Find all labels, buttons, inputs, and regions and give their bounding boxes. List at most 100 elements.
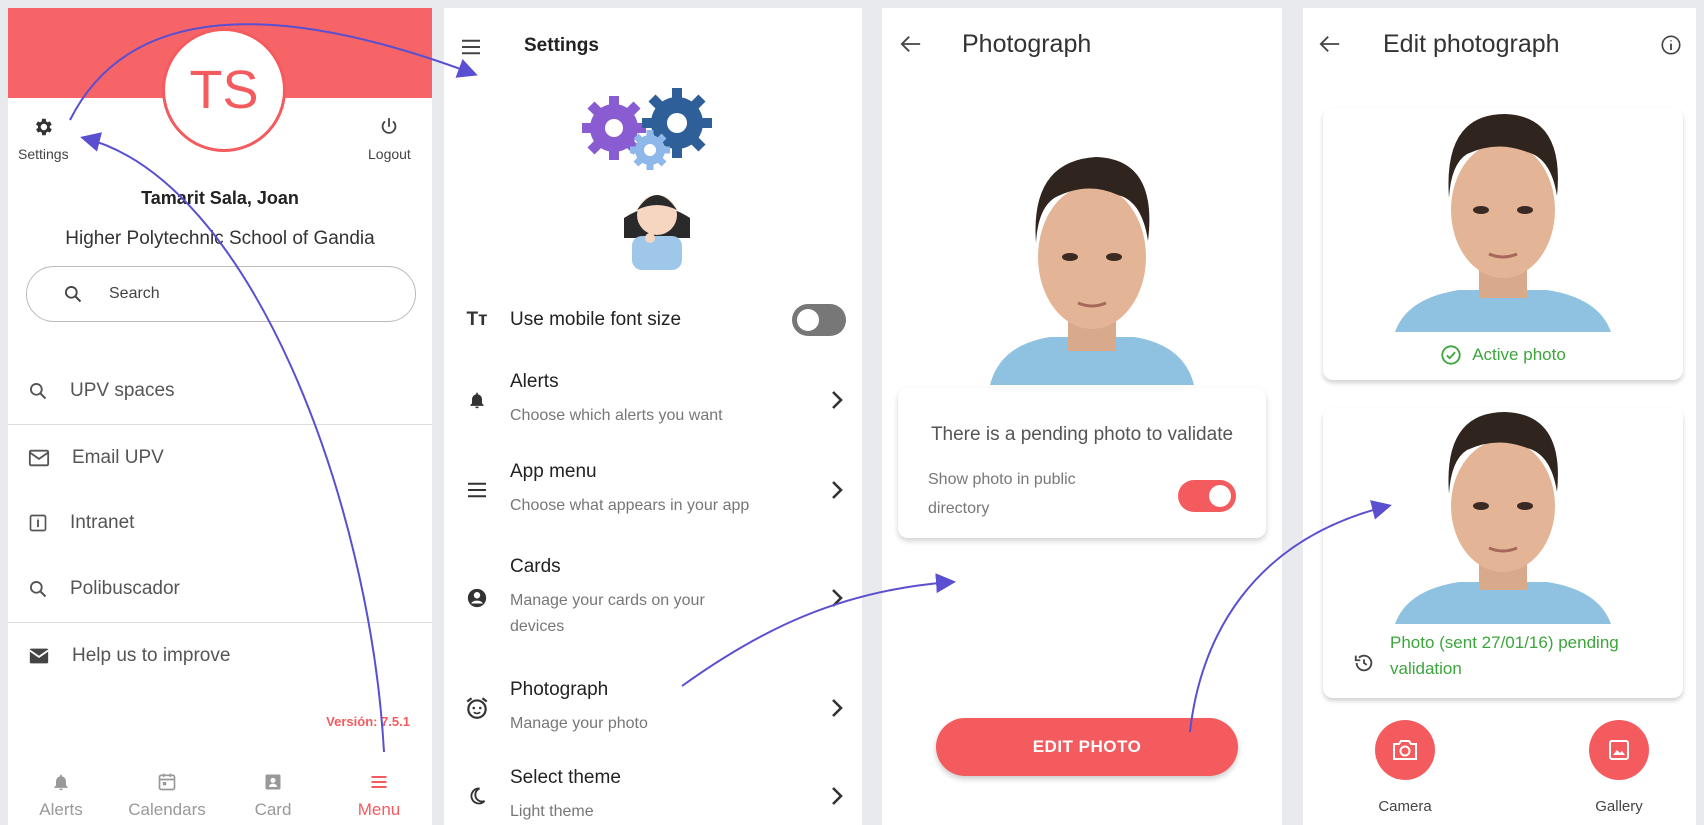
menu-item-upv-spaces[interactable]: UPV spaces [8,358,432,424]
camera-button[interactable] [1375,720,1435,780]
tab-card[interactable]: Card [220,766,326,825]
search-icon [30,581,47,598]
setting-subtitle: Manage your photo [510,715,648,733]
pending-photo-status: Photo (sent 27/01/16) pending validation [1390,633,1619,678]
alarm-face-icon [466,697,488,719]
setting-photograph[interactable]: Photograph Manage your photo [444,668,862,748]
menu-item-label: UPV spaces [70,380,175,401]
setting-cards[interactable]: Cards Manage your cards on your devices [444,548,862,648]
menu-item-intranet[interactable]: Intranet [8,490,432,556]
setting-title: App menu [510,461,597,483]
menu-item-label: Email UPV [72,446,164,468]
chevron-right-icon [832,787,843,805]
bell-icon [54,774,68,791]
menu-item-label: Polibuscador [70,578,180,599]
intranet-icon [29,514,47,532]
page-title: Settings [524,35,599,56]
active-photo-label: Active photo [1472,345,1566,364]
menu-icon[interactable] [460,38,482,56]
setting-font-size[interactable]: Tт Use mobile font size [444,290,862,350]
setting-subtitle: Choose which alerts you want [510,407,723,425]
chevron-right-icon [832,391,843,409]
pending-message: There is a pending photo to validate [930,424,1234,445]
settings-screen: Settings Tт Use mobile font size Alerts C… [444,8,862,825]
gallery-label: Gallery [1595,798,1643,815]
search-icon [30,383,47,400]
gear-icon [36,118,53,136]
setting-title: Photograph [510,679,609,701]
menu-icon [468,482,486,498]
user-name: Tamarit Sala, Joan [141,188,299,208]
mail-icon [29,648,49,663]
setting-title: Use mobile font size [510,309,682,330]
account-icon [467,588,487,608]
page-title: Photograph [962,30,1092,58]
history-icon [1354,654,1373,672]
logout-label: Logout [368,146,411,162]
menu-item-email-upv[interactable]: Email UPV [8,424,432,490]
gallery-button[interactable] [1589,720,1649,780]
bottom-nav: Alerts Calendars Card Menu [8,766,432,825]
tab-calendars[interactable]: Calendars [114,766,220,825]
setting-app-menu[interactable]: App menu Choose what appears in your app [444,450,862,530]
font-size-toggle[interactable] [792,304,846,336]
school-name: Higher Polytechnic School of Gandia [65,228,375,249]
settings-label: Settings [18,146,69,162]
back-arrow-icon[interactable] [900,34,922,54]
pending-photo [1395,412,1611,624]
logout-button[interactable]: Logout [368,116,411,162]
menu-item-label: Intranet [70,512,135,533]
active-photo-status: Active photo [1323,344,1683,366]
search-icon [65,286,82,303]
setting-title: Cards [510,556,561,578]
menu-item-label: Help us to improve [72,644,231,666]
back-arrow-icon[interactable] [1319,34,1341,54]
power-icon [382,117,397,134]
avatar[interactable]: TS [162,28,286,152]
search-placeholder: Search [109,285,160,302]
chevron-right-icon [832,481,843,499]
tab-menu[interactable]: Menu [326,766,432,825]
chevron-right-icon [832,699,843,717]
tab-label: Card [254,800,292,819]
camera-icon [1393,740,1417,760]
calendar-icon [158,773,176,791]
profile-photo [990,157,1194,385]
chevron-right-icon [832,589,843,607]
menu-item-help[interactable]: Help us to improve [8,622,432,688]
tab-label: Calendars [128,800,206,819]
edit-photo-button[interactable]: EDIT PHOTO [936,718,1238,776]
setting-title: Alerts [510,371,559,393]
menu-list: UPV spaces Email UPV Intranet Polibuscad… [8,358,432,688]
gallery-icon [1609,740,1629,760]
pending-photo-card: There is a pending photo to validate Sho… [898,388,1266,538]
mail-icon [28,449,50,466]
moon-icon [470,787,486,805]
edit-photograph-screen: Edit photograph Active photo Photo (sent… [1303,8,1696,825]
setting-subtitle: Choose what appears in your app [510,497,750,515]
settings-button[interactable]: Settings [18,116,69,162]
settings-illustration [582,88,712,270]
info-icon[interactable] [1660,34,1682,56]
active-photo [1395,114,1611,332]
pending-photo-card: Photo (sent 27/01/16) pending validation [1323,408,1683,698]
setting-subtitle: Light theme [510,803,594,821]
tab-label: Alerts [39,800,83,819]
camera-label: Camera [1378,798,1432,815]
active-photo-card: Active photo [1323,108,1683,380]
card-icon [265,774,281,790]
menu-icon [371,776,387,788]
menu-item-polibuscador[interactable]: Polibuscador [8,556,432,622]
public-directory-label: Show photo in public directory [928,471,1076,517]
tab-alerts[interactable]: Alerts [8,766,114,825]
check-circle-icon [1441,345,1461,365]
font-size-icon: Tт [466,309,488,330]
setting-theme[interactable]: Select theme Light theme [444,756,862,825]
public-directory-toggle[interactable] [1178,480,1236,512]
search-input[interactable]: Search [26,266,416,322]
photograph-screen: Photograph There is a pending photo to v… [882,8,1282,825]
bell-icon [470,392,484,409]
menu-screen: TS Settings Logout Tamarit Sala, Joan Hi… [8,8,432,825]
setting-alerts[interactable]: Alerts Choose which alerts you want [444,360,862,440]
page-title: Edit photograph [1383,30,1560,58]
